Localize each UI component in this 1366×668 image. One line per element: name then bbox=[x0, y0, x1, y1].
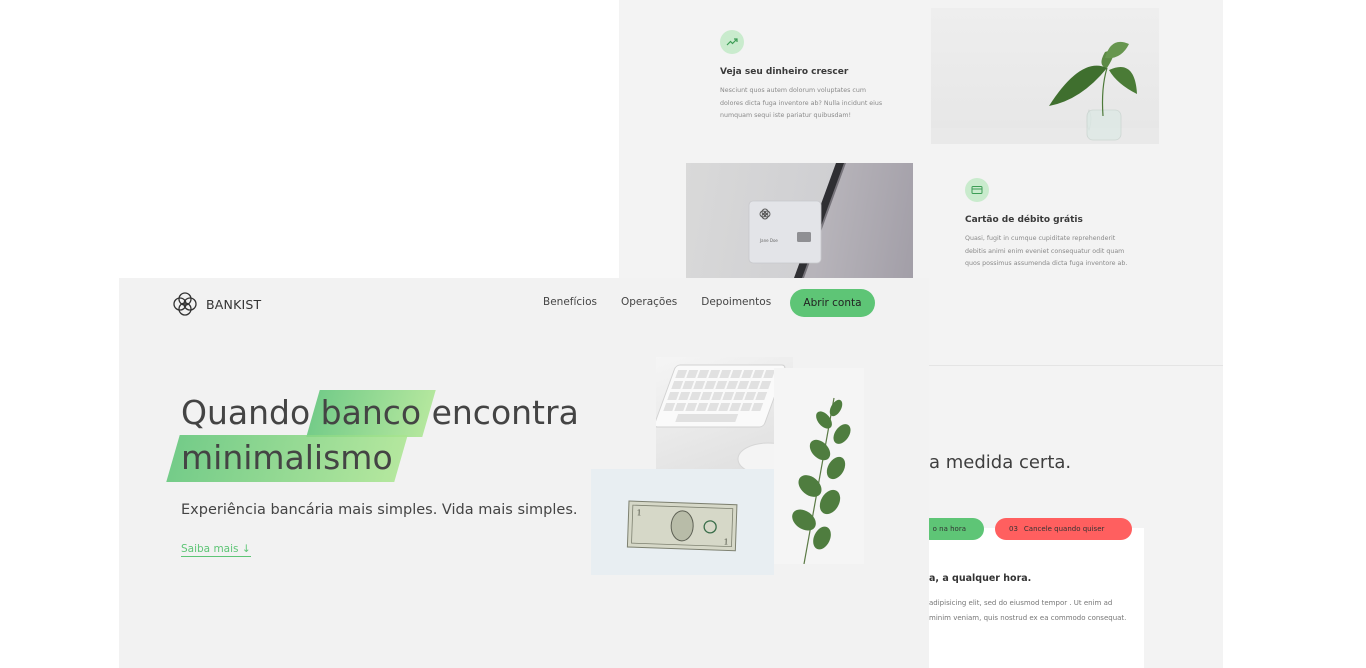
bankist-logo-icon bbox=[173, 292, 197, 316]
trending-up-icon bbox=[720, 30, 744, 54]
logo[interactable]: BANKIST bbox=[171, 290, 261, 318]
learn-more-link[interactable]: Saiba mais ↓ bbox=[181, 543, 251, 557]
tab-label: o na hora bbox=[932, 525, 966, 533]
tab-label: Cancele quando quiser bbox=[1023, 525, 1105, 533]
debit-card-photo: Jane Doe bbox=[686, 163, 913, 278]
hero-title: Quando banco encontra minimalismo bbox=[181, 390, 579, 480]
feature-title: Cartão de débito grátis bbox=[965, 215, 1083, 225]
feature-grow-money: Veja seu dinheiro crescer Nesciunt quos … bbox=[720, 30, 900, 130]
front-page-mockup: BANKIST Benefícios Operações Depoimentos… bbox=[119, 278, 929, 668]
nav-link-depoimentos[interactable]: Depoimentos bbox=[701, 296, 771, 308]
operations-panel-title: a, a qualquer hora. bbox=[929, 573, 1032, 584]
hero-title-text: encontra bbox=[431, 393, 579, 432]
feature-free-debit-card: Cartão de débito grátis Quasi, fugit in … bbox=[965, 178, 1145, 288]
svg-text:1: 1 bbox=[636, 508, 641, 517]
operations-panel-text: adipisicing elit, sed do eiusmod tempor … bbox=[929, 599, 1127, 622]
hero-title-text: Quando bbox=[181, 393, 311, 432]
svg-text:1: 1 bbox=[723, 537, 728, 546]
card-holder-name: Jane Doe bbox=[760, 238, 778, 243]
nav-link-operacoes[interactable]: Operações bbox=[621, 296, 677, 308]
nav-link-beneficios[interactable]: Benefícios bbox=[543, 296, 597, 308]
feature-text: Nesciunt quos autem dolorum voluptates c… bbox=[720, 87, 883, 119]
dollar-bill-photo: 1 1 bbox=[591, 469, 774, 575]
open-account-button[interactable]: Abrir conta bbox=[790, 289, 875, 317]
operations-content-panel: a, a qualquer hora. adipisicing elit, se… bbox=[919, 528, 1144, 668]
tab-number: 03 bbox=[1009, 525, 1018, 533]
brand-name: BANKIST bbox=[206, 296, 262, 312]
hero-subtitle: Experiência bancária mais simples. Vida … bbox=[181, 502, 578, 518]
plant-photo bbox=[931, 8, 1159, 144]
tab-operation-3[interactable]: 03 Cancele quando quiser bbox=[995, 518, 1132, 540]
operations-section-title: a medida certa. bbox=[929, 452, 1072, 473]
hero-title-highlight: minimalismo bbox=[181, 435, 393, 480]
nav-links: Benefícios Operações Depoimentos bbox=[543, 296, 795, 308]
feature-text: Quasi, fugit in cumque cupiditate repreh… bbox=[965, 235, 1128, 267]
keyboard-photo bbox=[656, 357, 793, 485]
feature-title: Veja seu dinheiro crescer bbox=[720, 67, 849, 77]
credit-card-icon bbox=[965, 178, 989, 202]
eucalyptus-photo bbox=[774, 368, 864, 564]
hero-title-highlight: banco bbox=[321, 390, 421, 435]
